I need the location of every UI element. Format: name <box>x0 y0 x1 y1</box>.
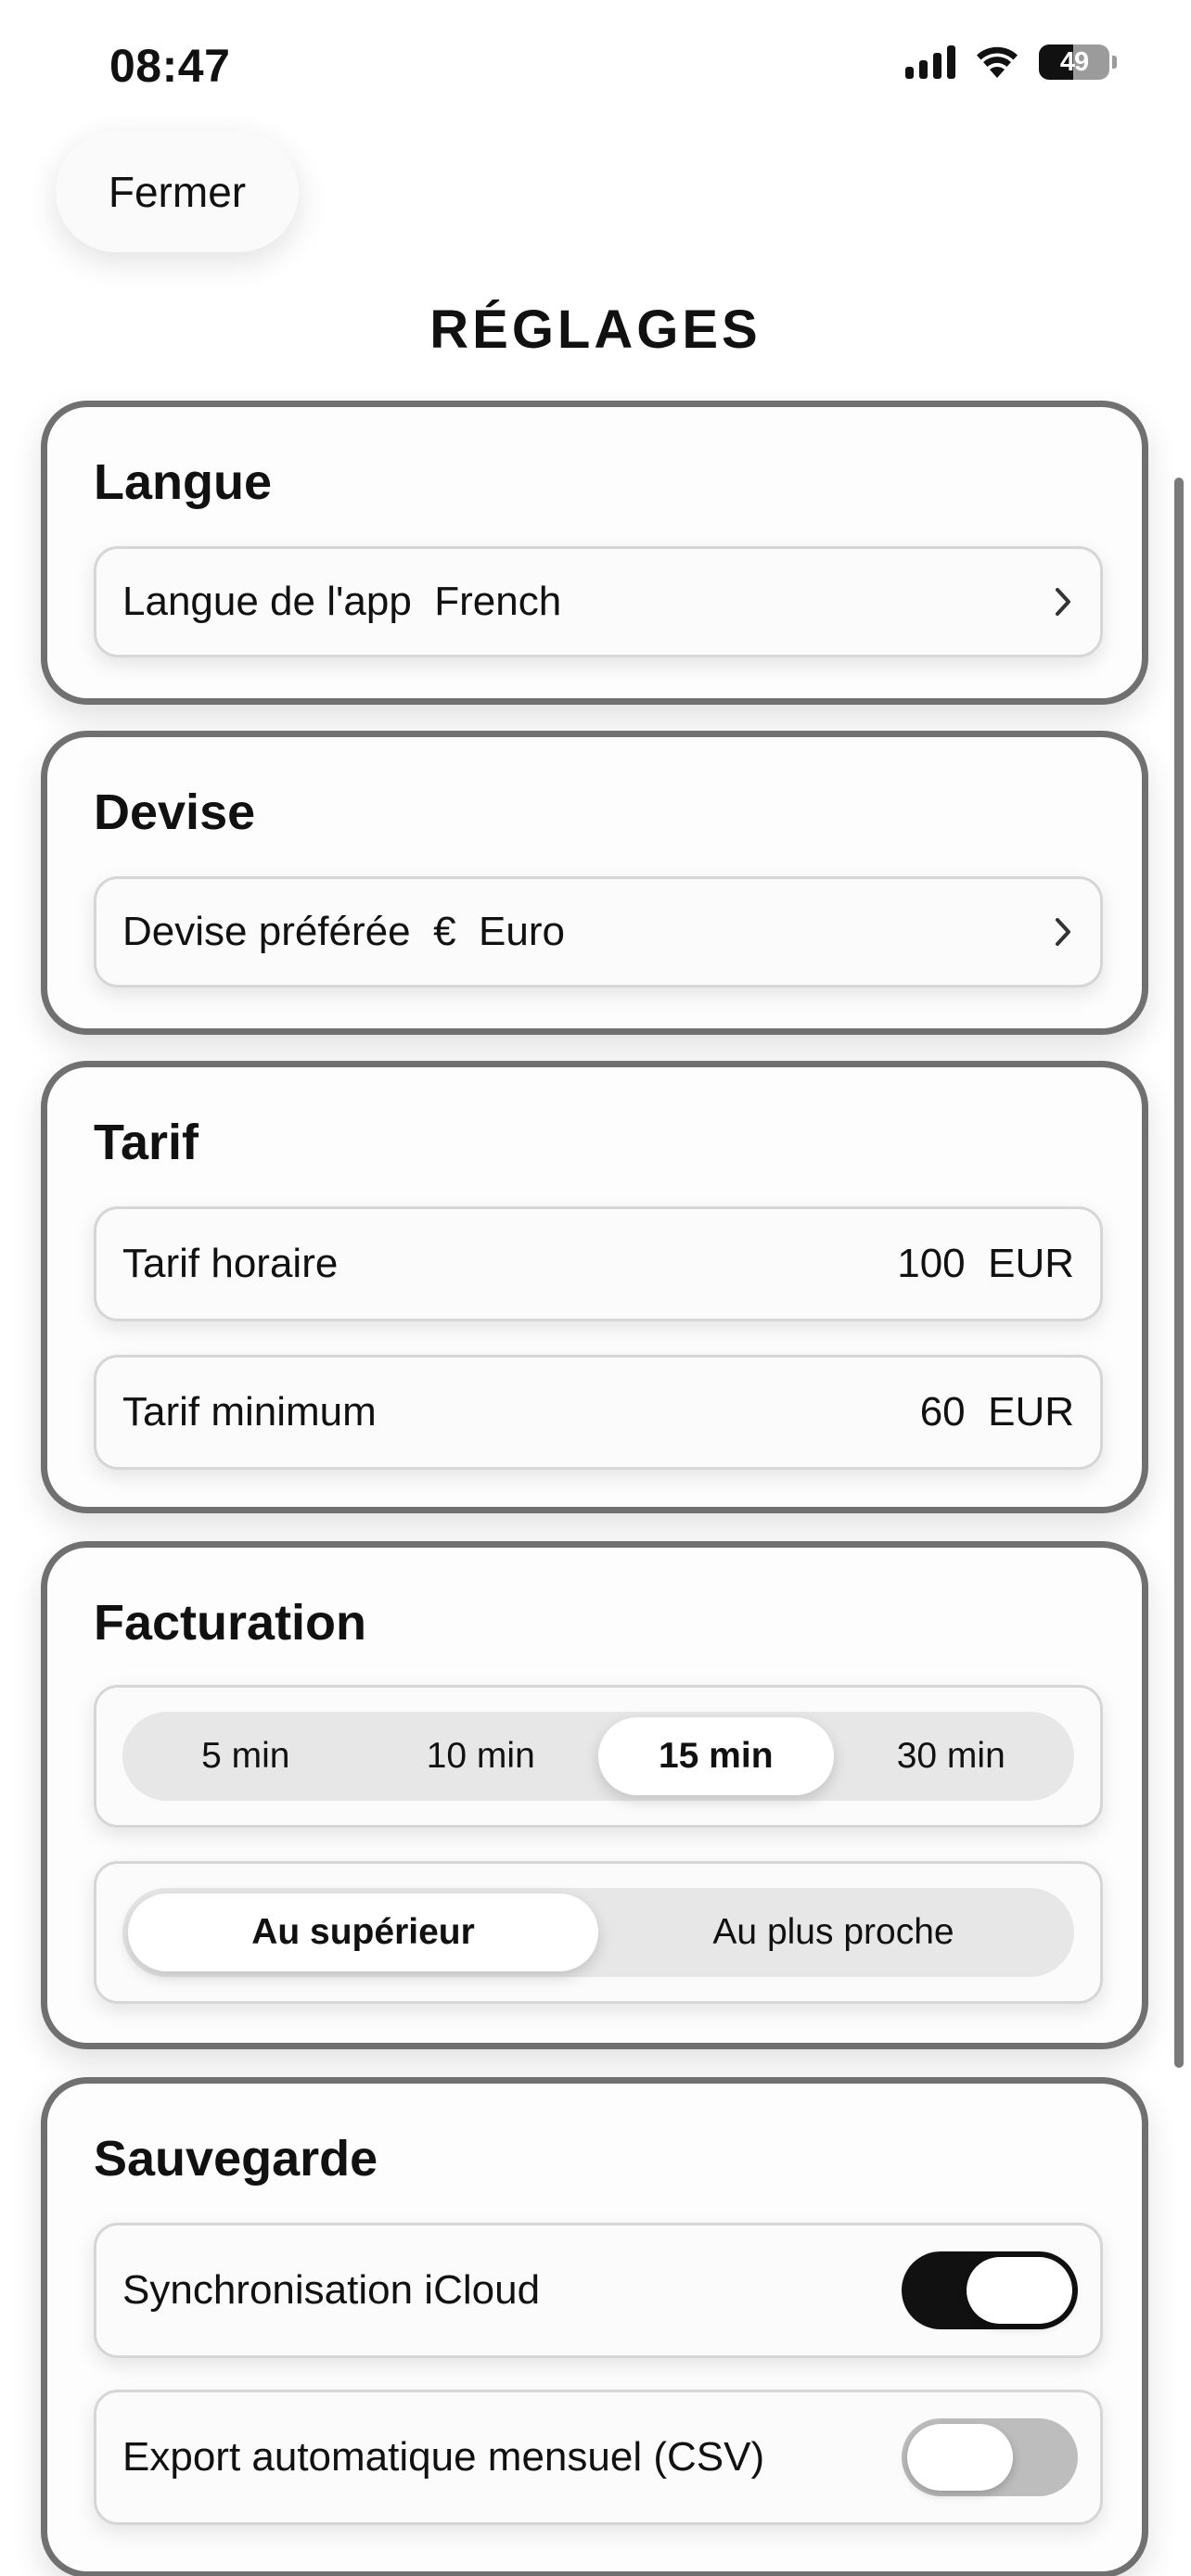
currency-symbol: € <box>433 909 456 954</box>
icloud-sync-label: Synchronisation iCloud <box>122 2267 541 2313</box>
minimum-rate-row[interactable]: Tarif minimum 60 EUR <box>94 1355 1103 1470</box>
section-title-billing: Facturation <box>94 1595 367 1651</box>
section-title-currency: Devise <box>94 784 256 840</box>
hourly-rate-unit: EUR <box>988 1241 1074 1286</box>
billing-increment-row: 5 min 10 min 15 min 30 min <box>94 1685 1103 1828</box>
close-button[interactable]: Fermer <box>56 132 299 252</box>
cellular-signal-icon <box>905 45 955 79</box>
app-language-label: Langue de l'app French <box>122 579 562 624</box>
monthly-csv-export-toggle[interactable] <box>902 2418 1078 2496</box>
monthly-csv-export-label: Export automatique mensuel (CSV) <box>122 2434 765 2480</box>
status-time: 08:47 <box>109 40 231 92</box>
minimum-rate-unit: EUR <box>988 1389 1074 1435</box>
segment-10-min[interactable]: 10 min <box>364 1717 599 1795</box>
minimum-rate-label: Tarif minimum <box>122 1389 377 1435</box>
icloud-sync-toggle[interactable] <box>902 2251 1078 2329</box>
section-title-rate: Tarif <box>94 1115 199 1170</box>
hourly-rate-row[interactable]: Tarif horaire 100 EUR <box>94 1206 1103 1321</box>
toggle-knob <box>907 2424 1013 2491</box>
battery-icon: 49 <box>1039 45 1117 80</box>
wifi-icon <box>974 45 1020 80</box>
status-icons: 49 <box>905 45 1117 80</box>
app-language-row[interactable]: Langue de l'app French <box>94 546 1103 657</box>
section-title-language: Langue <box>94 454 273 510</box>
section-billing: Facturation 5 min 10 min 15 min 30 min A… <box>41 1541 1148 2049</box>
section-title-backup: Sauvegarde <box>94 2131 378 2187</box>
preferred-currency-value: Euro <box>479 909 565 954</box>
billing-rounding-segmented-control: Au supérieur Au plus proche <box>122 1888 1074 1977</box>
section-rate: Tarif Tarif horaire 100 EUR Tarif minimu… <box>41 1061 1148 1513</box>
page-title: RÉGLAGES <box>429 300 762 360</box>
segment-5-min[interactable]: 5 min <box>128 1717 364 1795</box>
segment-round-up[interactable]: Au supérieur <box>128 1894 598 1971</box>
section-currency: Devise Devise préférée € Euro <box>41 731 1148 1035</box>
preferred-currency-row[interactable]: Devise préférée € Euro <box>94 876 1103 988</box>
toggle-knob <box>967 2257 1072 2324</box>
billing-increment-segmented-control: 5 min 10 min 15 min 30 min <box>122 1712 1074 1801</box>
chevron-right-icon <box>1054 916 1072 948</box>
chevron-right-icon <box>1054 586 1072 618</box>
monthly-csv-export-row: Export automatique mensuel (CSV) <box>94 2390 1103 2525</box>
app-language-value: French <box>434 579 562 624</box>
hourly-rate-label: Tarif horaire <box>122 1241 339 1286</box>
hourly-rate-value[interactable]: 100 EUR <box>897 1241 1074 1287</box>
battery-level: 49 <box>1059 46 1089 77</box>
icloud-sync-row: Synchronisation iCloud <box>94 2223 1103 2358</box>
segment-30-min[interactable]: 30 min <box>834 1717 1069 1795</box>
preferred-currency-label: Devise préférée € Euro <box>122 909 565 954</box>
scrollbar[interactable] <box>1174 478 1184 2068</box>
status-bar: 08:47 49 <box>0 0 1191 130</box>
settings-screen: 08:47 49 Fermer RÉGLAGES Langue Langue d… <box>0 0 1191 2576</box>
minimum-rate-value[interactable]: 60 EUR <box>920 1389 1074 1435</box>
section-language: Langue Langue de l'app French <box>41 401 1148 705</box>
segment-15-min[interactable]: 15 min <box>598 1717 834 1795</box>
section-backup: Sauvegarde Synchronisation iCloud Export… <box>41 2077 1148 2576</box>
billing-rounding-row: Au supérieur Au plus proche <box>94 1861 1103 2004</box>
segment-round-nearest[interactable]: Au plus proche <box>598 1894 1069 1971</box>
